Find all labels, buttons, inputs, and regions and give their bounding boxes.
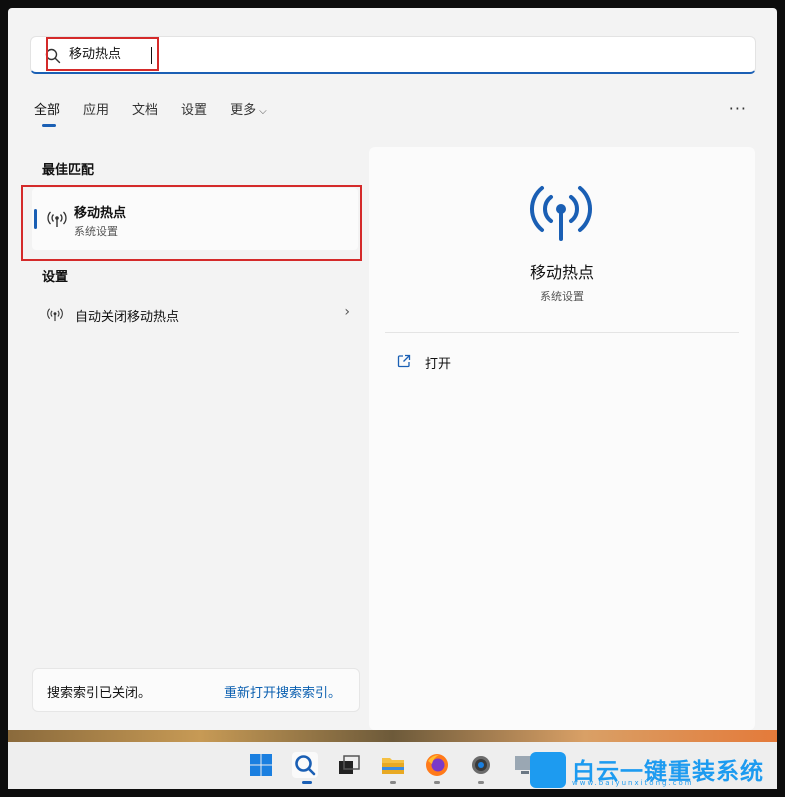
detail-subtitle: 系统设置 — [540, 290, 584, 303]
desktop-wallpaper — [8, 730, 777, 742]
active-indicator — [302, 781, 312, 784]
chevron-right-icon: › — [344, 304, 350, 320]
tab-settings[interactable]: 设置 — [181, 101, 207, 127]
setting-item-auto-off-hotspot[interactable]: 自动关闭移动热点 › — [32, 300, 352, 328]
running-indicator — [390, 781, 396, 784]
result-detail-pane: 移动热点 系统设置 打开 — [369, 147, 755, 730]
settings-heading: 设置 — [42, 270, 69, 285]
search-icon[interactable] — [292, 752, 318, 778]
windows-start-icon[interactable] — [248, 752, 274, 778]
bird-logo-icon — [530, 752, 566, 788]
filter-tabs: 全部 应用 文档 设置 更多 ⌵ — [34, 101, 290, 131]
best-match-heading: 最佳匹配 — [42, 163, 95, 178]
watermark-url: www.baiyunxitong.com — [572, 779, 694, 787]
search-highlight-box — [46, 37, 159, 71]
detail-title: 移动热点 — [529, 263, 594, 282]
hotspot-icon — [47, 308, 63, 322]
open-external-icon — [397, 354, 411, 368]
file-explorer-icon[interactable] — [380, 752, 406, 778]
site-watermark: 白云一键重装系统 www.baiyunxitong.com — [530, 752, 780, 788]
reenable-index-link[interactable]: 重新打开搜索索引。 — [224, 682, 341, 701]
tab-more[interactable]: 更多 ⌵ — [230, 101, 267, 127]
best-match-highlight-box — [21, 185, 362, 261]
chevron-down-icon: ⌵ — [259, 106, 267, 117]
tab-all[interactable]: 全部 — [34, 101, 60, 127]
setting-item-label: 自动关闭移动热点 — [75, 310, 180, 325]
tab-documents[interactable]: 文档 — [132, 101, 158, 127]
running-indicator — [478, 781, 484, 784]
running-indicator — [434, 781, 440, 784]
divider — [385, 332, 739, 333]
firefox-icon[interactable] — [424, 752, 450, 778]
search-index-notice: 搜索索引已关闭。 重新打开搜索索引。 — [32, 668, 360, 712]
index-off-text: 搜索索引已关闭。 — [47, 686, 152, 701]
open-label: 打开 — [425, 357, 452, 372]
tab-apps[interactable]: 应用 — [83, 101, 109, 127]
hotspot-icon — [529, 186, 593, 241]
more-options-button[interactable]: ··· — [729, 101, 747, 117]
settings-gear-icon[interactable] — [468, 752, 494, 778]
start-search-panel: 全部 应用 文档 设置 更多⌵ ··· 最佳匹配 移动热点 系统设置 设置 — [8, 8, 777, 730]
task-view-icon[interactable] — [336, 752, 362, 778]
